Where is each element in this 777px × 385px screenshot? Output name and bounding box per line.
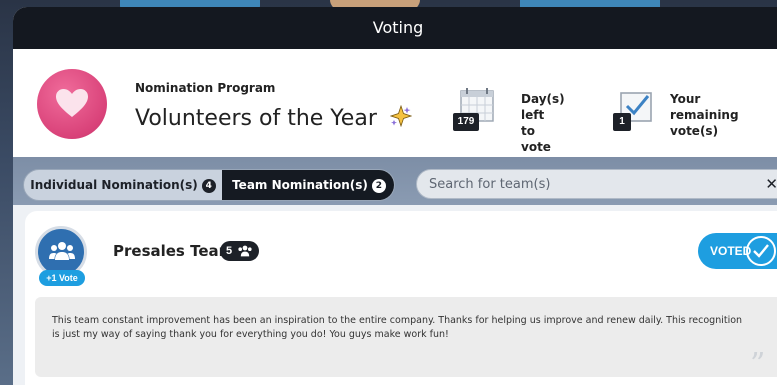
remaining-votes-count: 1 (613, 113, 631, 131)
days-left-label: Day(s) left to vote (521, 91, 565, 155)
checkmark-icon (746, 236, 776, 266)
voting-modal: Voting Nomination Program Volunteers of … (13, 7, 777, 385)
program-logo (37, 69, 107, 139)
remaining-votes-label-line2: vote(s) (670, 124, 719, 138)
tab-team-nominations[interactable]: Team Nomination(s) 2 (222, 170, 394, 200)
nomination-type-toggle: Individual Nomination(s) 4 Team Nominatio… (23, 169, 395, 201)
tab-individual-nominations[interactable]: Individual Nomination(s) 4 (24, 170, 222, 200)
tab-team-label: Team Nomination(s) (232, 178, 368, 192)
search-input[interactable] (417, 170, 737, 198)
nomination-controls: Individual Nomination(s) 4 Team Nominatio… (13, 157, 777, 205)
nomination-card: +1 Vote Presales Team 5 VOTED This team … (25, 211, 777, 385)
members-icon (238, 245, 252, 257)
remaining-votes-label: Your remaining vote(s) (670, 91, 739, 139)
modal-title: Voting (13, 7, 777, 49)
days-left-label-line1: Day(s) left (521, 92, 565, 122)
sparkle-icon (389, 104, 413, 133)
quote-icon: ” (750, 347, 766, 382)
member-count: 5 (226, 245, 233, 257)
nomination-comment: This team constant improvement has been … (35, 297, 777, 382)
days-left-label-line2: to vote (521, 124, 551, 154)
program-title: Volunteers of the Year (135, 104, 413, 133)
program-header: Nomination Program Volunteers of the Yea… (13, 49, 777, 157)
program-label: Nomination Program (135, 81, 276, 95)
tab-team-count: 2 (371, 179, 386, 193)
remaining-votes-label-line1: Your remaining (670, 92, 739, 122)
close-icon[interactable]: ✕ (765, 175, 777, 193)
tab-individual-label: Individual Nomination(s) (30, 178, 198, 192)
voted-button[interactable]: VOTED (698, 233, 777, 269)
team-icon (49, 242, 75, 260)
vote-count-badge: +1 Vote (39, 270, 85, 286)
team-name: Presales Team (113, 242, 235, 260)
program-title-text: Volunteers of the Year (135, 106, 377, 131)
team-search: ✕ (416, 169, 777, 199)
days-left-count: 179 (453, 113, 479, 131)
tab-individual-count: 4 (201, 179, 216, 193)
comment-text: This team constant improvement has been … (52, 315, 743, 340)
heart-icon (56, 89, 88, 117)
member-count-badge: 5 (220, 241, 260, 261)
